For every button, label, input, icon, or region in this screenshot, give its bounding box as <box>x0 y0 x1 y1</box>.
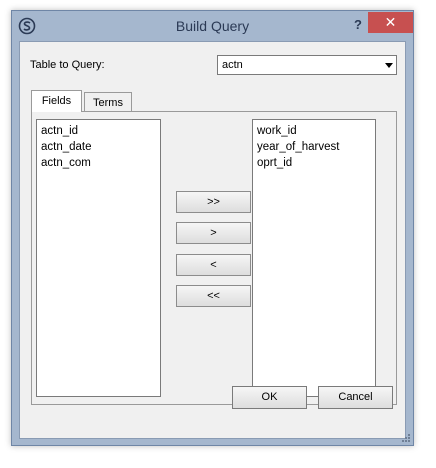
ok-button[interactable]: OK <box>232 386 307 409</box>
chevron-down-icon[interactable] <box>385 63 393 68</box>
remove-one-button[interactable]: < <box>176 254 251 276</box>
list-item[interactable]: oprt_id <box>256 155 375 171</box>
cancel-button[interactable]: Cancel <box>318 386 393 409</box>
help-button[interactable]: ? <box>347 15 369 35</box>
build-query-dialog: Build Query ? ✕ Table to Query: actn Fie… <box>11 10 414 446</box>
list-item[interactable]: actn_com <box>40 155 160 171</box>
list-item[interactable]: actn_date <box>40 139 160 155</box>
title-bar[interactable]: Build Query ? ✕ <box>12 11 413 41</box>
available-fields-list[interactable]: actn_id actn_date actn_com <box>36 119 161 397</box>
add-all-button[interactable]: >> <box>176 191 251 213</box>
selected-fields-list[interactable]: work_id year_of_harvest oprt_id <box>252 119 376 397</box>
resize-grip-icon[interactable] <box>401 433 411 443</box>
close-icon: ✕ <box>384 14 397 30</box>
list-item[interactable]: year_of_harvest <box>256 139 375 155</box>
close-button[interactable]: ✕ <box>368 12 413 33</box>
tab-fields[interactable]: Fields <box>31 90 82 112</box>
tab-terms[interactable]: Terms <box>84 92 132 113</box>
remove-all-button[interactable]: << <box>176 285 251 307</box>
list-item[interactable]: actn_id <box>40 123 160 139</box>
table-to-query-label: Table to Query: <box>30 59 105 71</box>
table-select-value: actn <box>222 59 243 71</box>
list-item[interactable]: work_id <box>256 123 375 139</box>
table-select-dropdown[interactable]: actn <box>217 55 397 75</box>
add-one-button[interactable]: > <box>176 222 251 244</box>
